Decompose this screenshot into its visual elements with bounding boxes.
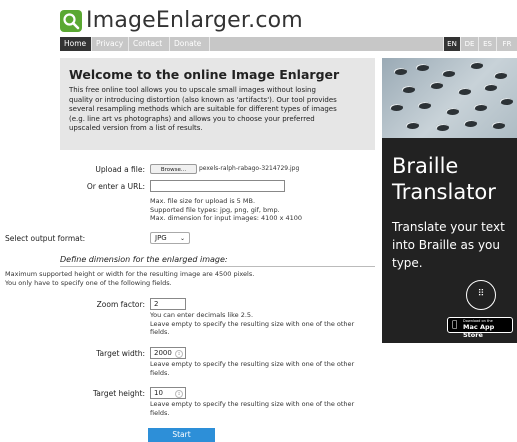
braille-dots-image xyxy=(382,58,517,138)
zoom-label: Zoom factor: xyxy=(96,300,145,309)
welcome-panel: Welcome to the online Image Enlarger Thi… xyxy=(60,58,375,150)
limit-line: Max. dimension for input images: 4100 x … xyxy=(150,214,303,222)
target-height-value: 10 xyxy=(154,389,163,397)
welcome-heading: Welcome to the online Image Enlarger xyxy=(69,67,340,82)
target-height-input[interactable]: 10 ↕ xyxy=(150,387,186,399)
badge-big-text: Mac App Store xyxy=(463,323,495,339)
top-nav: Home Privacy Contact Donate EN DE ES FR xyxy=(60,37,517,51)
nav-home[interactable]: Home xyxy=(60,37,92,51)
limit-line: Max. file size for upload is 5 MB. xyxy=(150,197,256,205)
ad-title-line1: Braille xyxy=(392,154,459,178)
zoom-hint-line: Leave empty to specify the resulting siz… xyxy=(150,319,355,328)
nav-contact[interactable]: Contact xyxy=(129,37,170,51)
limit-line: Supported file types: jpg, png, gif, bmp… xyxy=(150,205,280,214)
width-hint-line: Leave empty to specify the resulting siz… xyxy=(150,360,355,368)
welcome-line: several resampling methods which are sui… xyxy=(69,105,337,113)
upload-limits: Max. file size for upload is 5 MB. Suppo… xyxy=(150,197,302,223)
welcome-line: (e.g. line art vs photographs) and allow… xyxy=(69,114,315,123)
nav-donate[interactable]: Donate xyxy=(170,37,210,51)
chevron-down-icon: ⌄ xyxy=(179,235,185,242)
braille-app-icon: ⠿ xyxy=(466,280,496,310)
ad-subtitle-line: into Braille as you xyxy=(392,238,500,252)
site-title[interactable]: ImageEnlarger.com xyxy=(86,8,303,33)
welcome-text: This free online tool allows you to upsc… xyxy=(69,86,369,134)
ad-title-line2: Translator xyxy=(392,180,496,204)
output-format-select[interactable]: JPG ⌄ xyxy=(150,232,190,244)
selected-file-name: pexels-ralph-rabago-3214729.jpg xyxy=(199,165,300,172)
stepper-icon[interactable]: ↕ xyxy=(175,350,183,358)
height-hint-line: Leave empty to specify the resulting siz… xyxy=(150,400,355,408)
height-hint: Leave empty to specify the resulting siz… xyxy=(150,400,375,417)
lang-en[interactable]: EN xyxy=(443,37,460,51)
width-label: Target width: xyxy=(96,349,145,358)
lang-fr[interactable]: FR xyxy=(496,37,517,51)
zoom-hint-line: fields. xyxy=(150,328,170,336)
height-label: Target height: xyxy=(92,389,145,398)
ad-subtitle: Translate your text into Braille as you … xyxy=(392,218,517,272)
welcome-line: This free online tool allows you to upsc… xyxy=(69,86,316,94)
target-width-value: 2000 xyxy=(154,349,172,357)
braille-translator-ad[interactable]: Braille Translator Translate your text i… xyxy=(382,58,517,343)
dimension-section-title: Define dimension for the enlarged image: xyxy=(60,255,228,264)
zoom-factor-value: 2 xyxy=(154,300,159,308)
nav-privacy[interactable]: Privacy xyxy=(92,37,129,51)
zoom-hint: You can enter decimals like 2.5. Leave e… xyxy=(150,311,375,337)
dimension-note-line: Maximum supported height or width for th… xyxy=(5,270,255,278)
width-hint-line: fields. xyxy=(150,368,170,377)
browse-button[interactable]: Browse... xyxy=(150,164,197,174)
width-hint: Leave empty to specify the resulting siz… xyxy=(150,360,375,377)
height-hint-line: fields. xyxy=(150,408,170,417)
zoom-factor-input[interactable]: 2 xyxy=(150,298,186,310)
apple-icon:  xyxy=(452,320,457,330)
lang-es[interactable]: ES xyxy=(478,37,496,51)
output-format-value: JPG xyxy=(155,234,167,242)
welcome-line: upscaled version from a list of results. xyxy=(69,124,203,132)
magnifier-logo-icon xyxy=(60,10,82,32)
target-width-input[interactable]: 2000 ↕ xyxy=(150,347,186,359)
section-divider xyxy=(60,266,375,267)
stepper-icon[interactable]: ↕ xyxy=(175,390,183,398)
lang-de[interactable]: DE xyxy=(460,37,478,51)
url-label: Or enter a URL: xyxy=(86,182,145,191)
ad-subtitle-line: Translate your text xyxy=(392,220,505,234)
dimension-notes: Maximum supported height or width for th… xyxy=(5,270,375,287)
upload-label: Upload a file: xyxy=(95,165,145,174)
welcome-line: quality or introducing distortion (also … xyxy=(69,95,337,104)
dimension-note-line: You only have to specify one of the foll… xyxy=(5,278,172,287)
zoom-hint-line: You can enter decimals like 2.5. xyxy=(150,311,254,319)
mac-app-store-badge[interactable]:  Download on the Mac App Store xyxy=(447,317,513,339)
ad-subtitle-line: type. xyxy=(392,256,423,270)
url-input[interactable] xyxy=(150,180,285,192)
format-label: Select output format: xyxy=(5,234,86,243)
